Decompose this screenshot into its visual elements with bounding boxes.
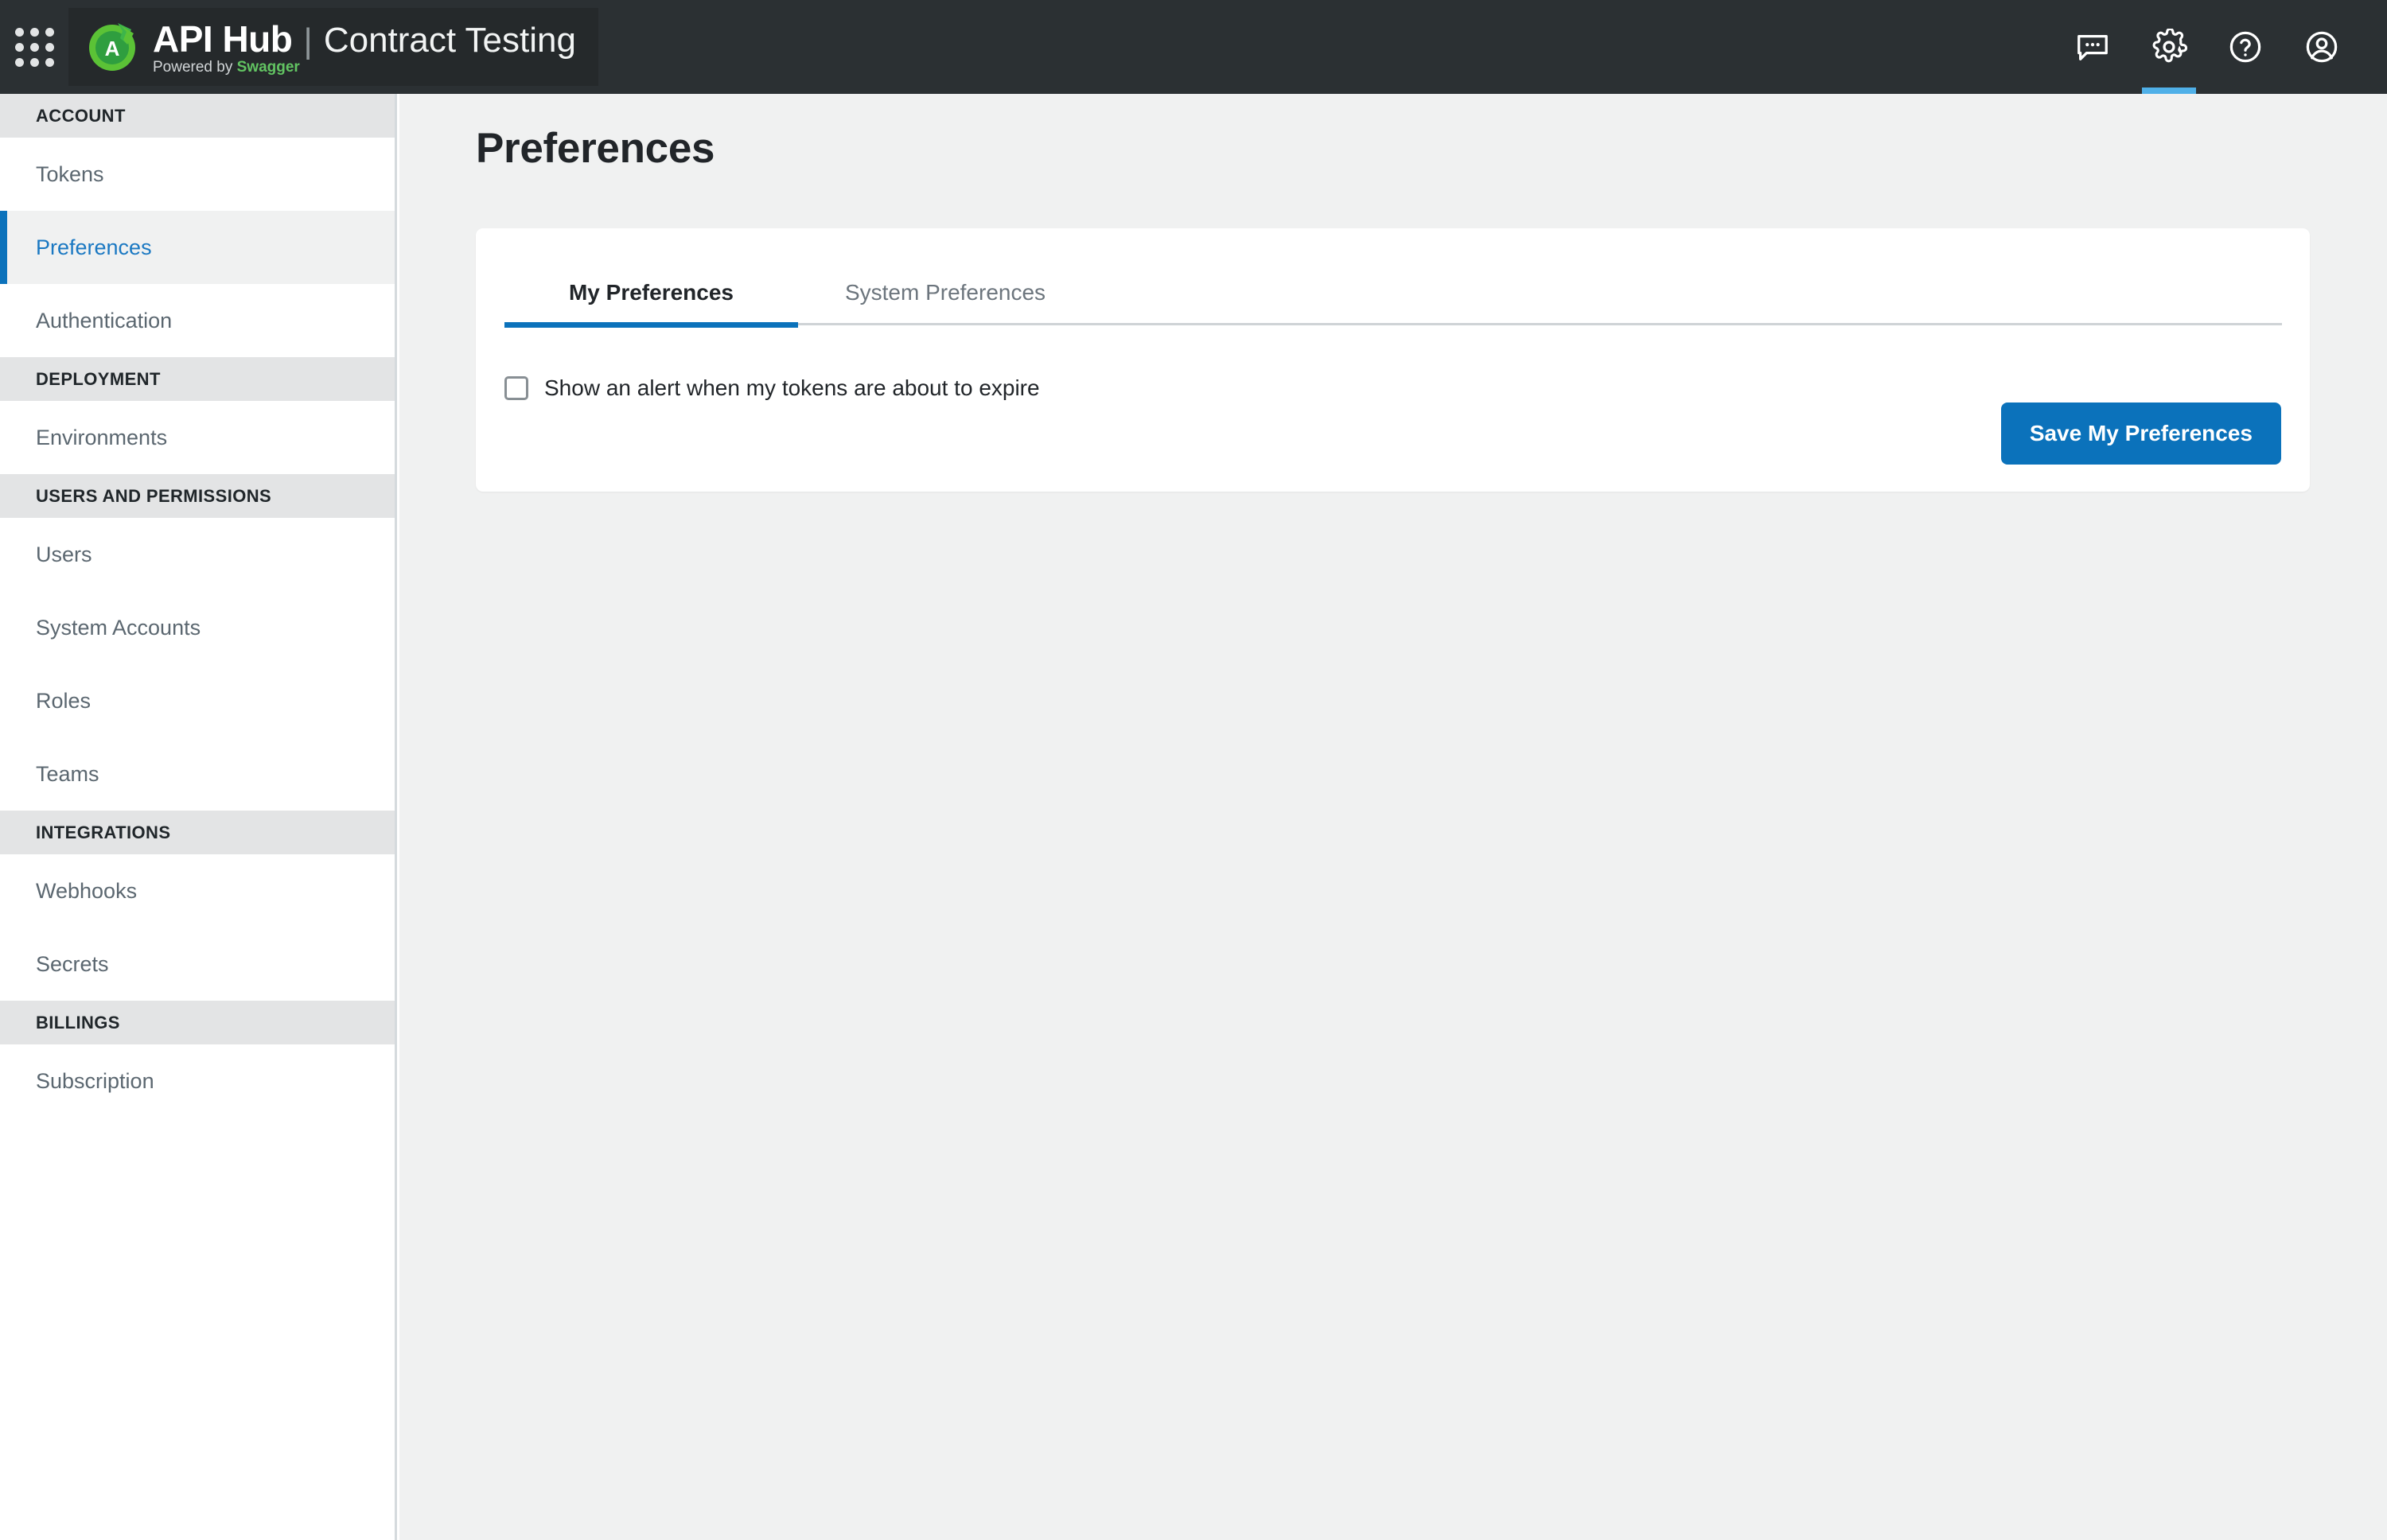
brand-powered-by: Powered by Swagger [153, 59, 576, 76]
sidebar-item-system-accounts[interactable]: System Accounts [0, 591, 395, 664]
sidebar-section-users-and-permissions: USERS AND PERMISSIONS [0, 474, 395, 518]
sidebar-item-label: Secrets [36, 951, 109, 976]
sidebar-item-tokens[interactable]: Tokens [0, 138, 395, 211]
preferences-card: My Preferences System Preferences Show a… [476, 228, 2310, 492]
sidebar-item-users[interactable]: Users [0, 518, 395, 591]
svg-text:A: A [105, 37, 120, 60]
preferences-tabs: My Preferences System Preferences [504, 260, 2282, 328]
powered-by-brand: Swagger [236, 59, 300, 76]
sidebar-item-webhooks[interactable]: Webhooks [0, 854, 395, 928]
apps-grid-icon [14, 27, 54, 67]
powered-by-prefix: Powered by [153, 59, 237, 76]
tab-my-preferences[interactable]: My Preferences [504, 260, 798, 328]
account-button[interactable] [2284, 0, 2360, 94]
top-header-actions [2054, 0, 2387, 94]
sidebar-item-label: Tokens [36, 161, 104, 186]
brand-text-group: API Hub | Contract Testing Powered by Sw… [153, 18, 576, 76]
sidebar-item-label: Users [36, 542, 92, 566]
api-hub-logo-icon: A [89, 23, 135, 71]
sidebar-section-integrations: INTEGRATIONS [0, 811, 395, 854]
sidebar-section-billings: BILLINGS [0, 1001, 395, 1044]
sidebar-section-deployment: DEPLOYMENT [0, 357, 395, 401]
sidebar-item-label: Preferences [36, 235, 152, 259]
sidebar-item-label: System Accounts [36, 615, 201, 640]
sidebar-item-subscription[interactable]: Subscription [0, 1044, 395, 1118]
sidebar-item-authentication[interactable]: Authentication [0, 284, 395, 357]
tab-label: System Preferences [844, 280, 1046, 305]
tab-system-preferences[interactable]: System Preferences [798, 260, 1092, 325]
brand-product-suffix: Contract Testing [323, 21, 576, 60]
help-icon [2229, 31, 2261, 63]
sidebar-item-roles[interactable]: Roles [0, 664, 395, 737]
gear-icon [2152, 29, 2187, 63]
sidebar-item-label: Roles [36, 688, 92, 713]
settings-button[interactable] [2131, 0, 2207, 94]
token-expiry-alert-label: Show an alert when my tokens are about t… [544, 375, 1040, 400]
sidebar-item-label: Authentication [36, 308, 173, 332]
tab-label: My Preferences [568, 280, 734, 305]
feedback-icon [2077, 34, 2108, 60]
sidebar-item-label: Environments [36, 425, 168, 449]
help-button[interactable] [2207, 0, 2284, 94]
page-title: Preferences [476, 125, 715, 172]
sidebar-item-label: Subscription [36, 1068, 154, 1093]
account-icon [2306, 31, 2338, 63]
sidebar-item-label: Webhooks [36, 878, 138, 903]
token-expiry-alert-row[interactable]: Show an alert when my tokens are about t… [504, 375, 1040, 401]
brand-logo-link[interactable]: A API Hub | Contract Testing Powered by … [68, 8, 598, 86]
sidebar-item-secrets[interactable]: Secrets [0, 928, 395, 1001]
top-header-bar: A API Hub | Contract Testing Powered by … [0, 0, 2387, 94]
token-expiry-alert-checkbox[interactable] [504, 376, 528, 400]
main-content: Preferences My Preferences System Prefer… [399, 94, 2387, 1540]
feedback-button[interactable] [2054, 0, 2131, 94]
apps-grid-button[interactable] [0, 0, 68, 94]
brand-separator: | [303, 21, 313, 60]
settings-sidebar: ACCOUNT Tokens Preferences Authenticatio… [0, 94, 397, 1540]
brand-product-name: API Hub [153, 18, 293, 60]
save-my-preferences-button[interactable]: Save My Preferences [2000, 402, 2281, 465]
sidebar-item-preferences[interactable]: Preferences [0, 211, 395, 284]
sidebar-item-label: Teams [36, 761, 99, 786]
sidebar-item-environments[interactable]: Environments [0, 401, 395, 474]
sidebar-section-account: ACCOUNT [0, 94, 395, 138]
sidebar-item-teams[interactable]: Teams [0, 737, 395, 811]
